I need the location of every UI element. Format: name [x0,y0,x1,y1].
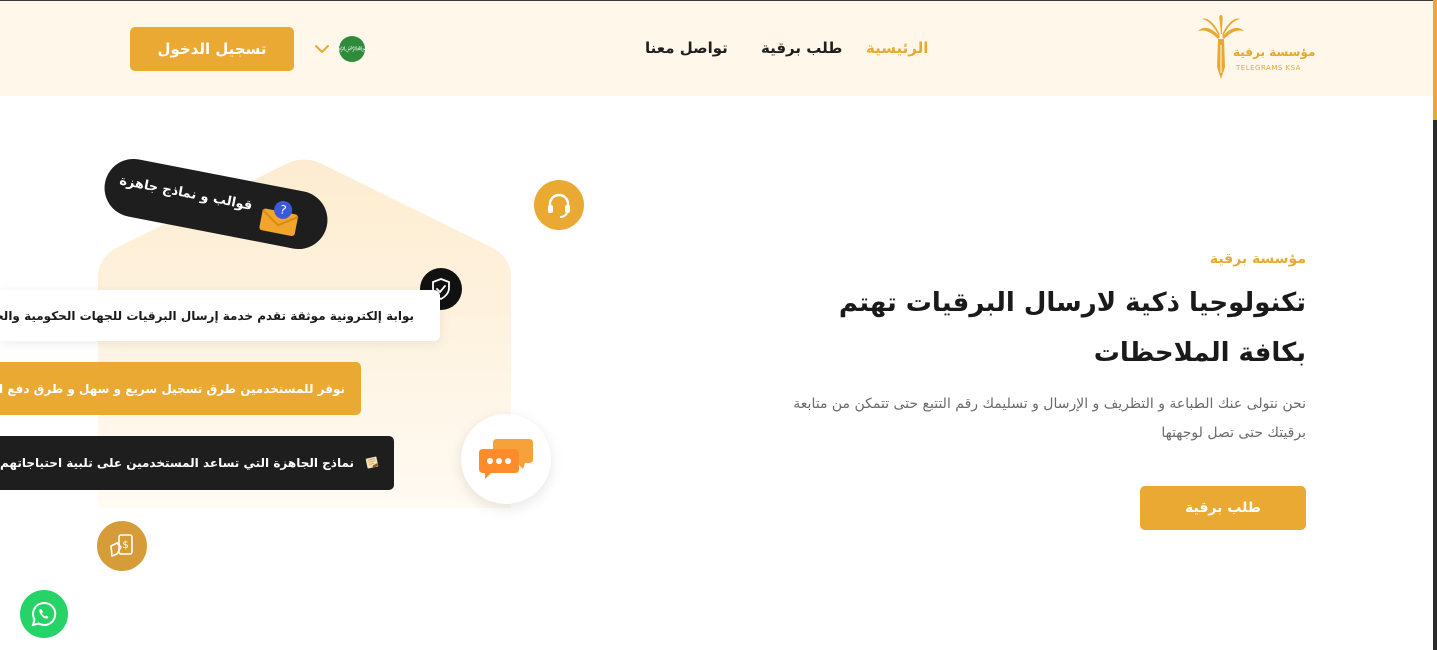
request-telegram-button[interactable]: طلب برقية [1140,486,1306,530]
nav-contact-us[interactable]: تواصل معنا [645,39,728,57]
feature-card-templates-text: نماذج الجاهزة التي تساعد المستخدمين على … [0,456,355,470]
feature-card-templates: نماذج الجاهزة التي تساعد المستخدمين على … [0,436,394,490]
login-button[interactable]: تسجيل الدخول [130,27,294,71]
feature-card-registration-text: نوفر للمستخدمين طرق تسجيل سريع و سهل و ط… [0,381,345,396]
feature-card-registration: نوفر للمستخدمين طرق تسجيل سريع و سهل و ط… [0,362,361,415]
hero-title: تكنولوجيا ذكية لارسال البرقيات تهتم بكاف… [838,288,1306,368]
nav-request-telegram[interactable]: طلب برقية [761,39,842,57]
scroll-document-icon [365,456,379,469]
hero-eyebrow: مؤسسة برقية [1209,251,1306,267]
templates-pill-text: قوالب و نماذج جاهزة [118,173,254,214]
logo-subtext: TELEGRAMS KSA [1236,64,1301,72]
logo-text: مؤسسة برقية [1233,45,1316,59]
feature-card-portal: بوابة إلكترونية موثقة تقدم خدمة إرسال ال… [0,290,440,341]
nav-home[interactable]: الرئيسية [866,39,928,57]
chevron-down-icon[interactable] [314,41,330,57]
whatsapp-icon [31,601,57,627]
hand-money-icon: $ [97,521,147,571]
chat-bubbles-icon [461,414,551,504]
feature-card-portal-text: بوابة إلكترونية موثقة تقدم خدمة إرسال ال… [0,308,414,323]
scrollbar-thumb[interactable] [1433,0,1437,120]
site-header: مؤسسة برقية TELEGRAMS KSA الرئيسية طلب ب… [0,0,1437,96]
saudi-flag-icon[interactable]: ﷽ [329,36,375,62]
svg-text:$: $ [122,540,128,551]
envelope-question-icon: ? [259,200,299,237]
hero-description: نحن نتولى عنك الطباعة و التظريف و الإرسا… [793,396,1306,441]
whatsapp-chat-button[interactable] [20,590,68,638]
headset-support-icon [534,180,584,230]
